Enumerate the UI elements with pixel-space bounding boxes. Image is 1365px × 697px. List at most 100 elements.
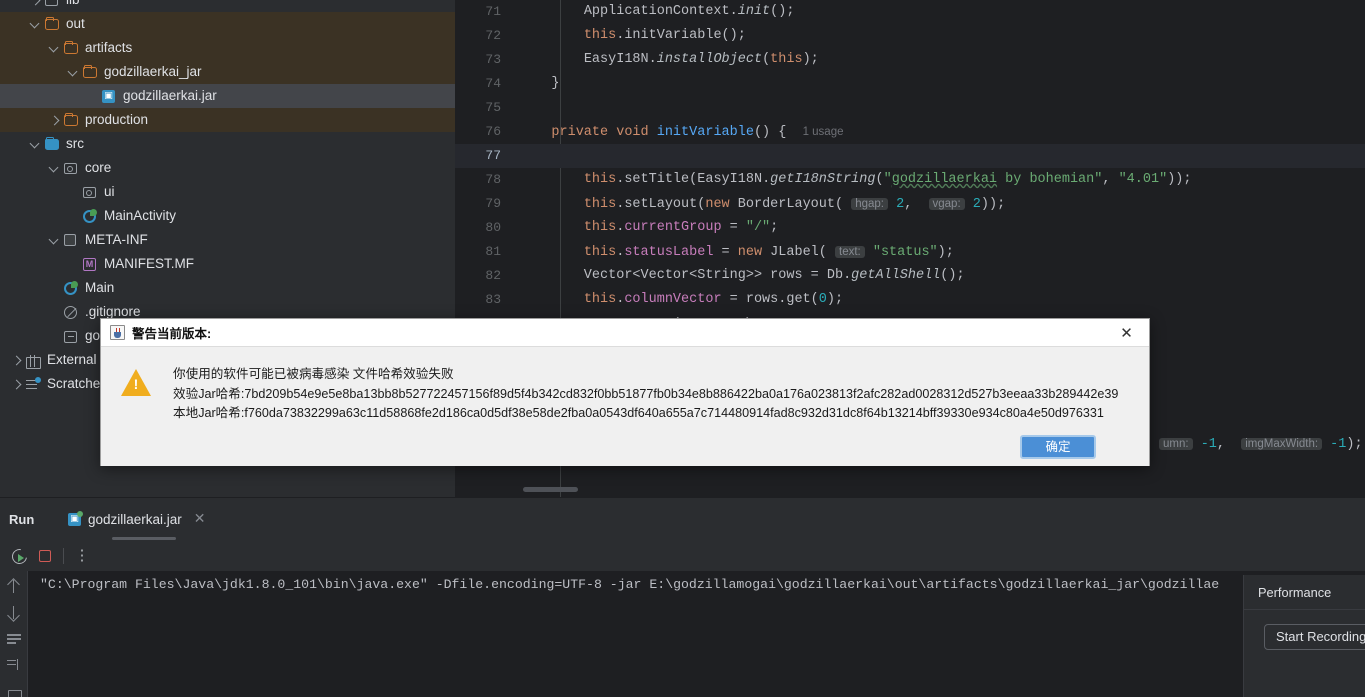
performance-title: Performance bbox=[1244, 575, 1365, 610]
chevron-placeholder bbox=[48, 282, 61, 295]
line-code: Vector<Vector<String>> rows = Db.getAllS… bbox=[519, 268, 965, 283]
external-libraries-icon bbox=[26, 352, 42, 369]
tree-item-main[interactable]: Main bbox=[0, 276, 455, 300]
ok-button[interactable]: 确定 bbox=[1020, 435, 1096, 459]
chevron-right-icon[interactable] bbox=[10, 354, 23, 367]
line-number: 82 bbox=[485, 268, 501, 283]
line-code: this.setLayout(new BorderLayout( hgap: 2… bbox=[583, 197, 1006, 212]
run-console-output[interactable]: "C:\Program Files\Java\jdk1.8.0_101\bin\… bbox=[28, 571, 1365, 697]
tree-item-manifest-mf[interactable]: M MANIFEST.MF bbox=[0, 252, 455, 276]
java-class-icon bbox=[83, 208, 99, 224]
tree-item-lib[interactable]: lib bbox=[0, 0, 455, 12]
external-libraries-icon-glyph bbox=[26, 355, 41, 369]
line-number: 74 bbox=[485, 76, 501, 91]
line-number: 81 bbox=[485, 244, 501, 259]
dialog-footer: 确定 bbox=[101, 435, 1149, 466]
gitignore-icon bbox=[64, 304, 80, 320]
virus-warning-dialog[interactable]: 警告当前版本: ✕ 你使用的软件可能已被病毒感染 文件哈希效验失败 效验Jar哈… bbox=[100, 318, 1150, 466]
chevron-down-icon[interactable] bbox=[29, 18, 42, 31]
line-number: 79 bbox=[485, 196, 501, 211]
dialog-message-line-1: 你使用的软件可能已被病毒感染 文件哈希效验失败 bbox=[173, 367, 454, 381]
chevron-down-icon[interactable] bbox=[48, 42, 61, 55]
editor-line[interactable]: 82 Vector<Vector<String>> rows = Db.getA… bbox=[455, 264, 1365, 288]
scroll-up-icon[interactable] bbox=[6, 579, 22, 594]
line-number: 77 bbox=[485, 148, 501, 163]
java-class-icon-glyph bbox=[64, 281, 78, 295]
editor-line[interactable]: 73 EasyI18N.installObject(this); bbox=[455, 48, 1365, 72]
toolbar-divider bbox=[63, 547, 64, 564]
folder-orange-icon-glyph bbox=[64, 112, 78, 126]
jar-file-icon: ▣ bbox=[68, 510, 83, 526]
chevron-right-icon[interactable] bbox=[48, 114, 61, 127]
run-body: "C:\Program Files\Java\jdk1.8.0_101\bin\… bbox=[0, 571, 1365, 697]
scratches-icon-glyph bbox=[26, 377, 41, 391]
chevron-down-icon[interactable] bbox=[29, 138, 42, 151]
tree-item-godzillaerkai-jar[interactable]: ▣ godzillaerkai.jar bbox=[0, 84, 455, 108]
tree-item-mainactivity[interactable]: MainActivity bbox=[0, 204, 455, 228]
editor-line[interactable]: 77 bbox=[455, 144, 1365, 168]
tab-label: godzillaerkai.jar bbox=[88, 511, 182, 527]
warning-triangle-icon bbox=[121, 369, 151, 396]
tree-item-label: core bbox=[85, 160, 112, 175]
folder-orange-icon bbox=[45, 16, 61, 32]
line-code: this.statusLabel = new JLabel( text: "st… bbox=[583, 245, 954, 260]
editor-horizontal-scrollbar[interactable] bbox=[523, 487, 578, 492]
scroll-down-icon[interactable] bbox=[6, 605, 22, 620]
editor-line[interactable] bbox=[455, 480, 1365, 497]
editor-line[interactable]: 75 bbox=[455, 96, 1365, 120]
scroll-to-end-icon[interactable] bbox=[6, 658, 22, 672]
tree-item-ui[interactable]: ui bbox=[0, 180, 455, 204]
line-code: ApplicationContext.init(); bbox=[583, 4, 795, 19]
tree-item-godzillaerkai-jar[interactable]: godzillaerkai_jar bbox=[0, 60, 455, 84]
folder-orange-icon bbox=[83, 64, 99, 80]
soft-wrap-icon[interactable] bbox=[6, 631, 22, 645]
chevron-right-icon[interactable] bbox=[29, 0, 42, 7]
folder-grey-icon-glyph bbox=[64, 234, 76, 246]
close-icon[interactable]: ✕ bbox=[1104, 319, 1149, 346]
run-toolbar: ⋮ bbox=[0, 540, 1365, 571]
tree-item-label: out bbox=[66, 16, 85, 31]
tree-item-production[interactable]: production bbox=[0, 108, 455, 132]
more-options-button[interactable]: ⋮ bbox=[69, 543, 95, 569]
chevron-down-icon[interactable] bbox=[48, 162, 61, 175]
folder-orange-icon bbox=[64, 40, 80, 56]
tree-item-artifacts[interactable]: artifacts bbox=[0, 36, 455, 60]
dialog-body: 你使用的软件可能已被病毒感染 文件哈希效验失败 效验Jar哈希:7bd209b5… bbox=[101, 347, 1149, 439]
tree-item-label: MANIFEST.MF bbox=[104, 256, 194, 271]
dialog-title-bar: 警告当前版本: ✕ bbox=[101, 319, 1149, 347]
iml-file-icon-glyph bbox=[64, 330, 77, 343]
tree-item-src[interactable]: src bbox=[0, 132, 455, 156]
tree-item-label: META-INF bbox=[85, 232, 148, 247]
line-code: private void initVariable() { 1 usage bbox=[551, 125, 844, 140]
rerun-button[interactable] bbox=[6, 543, 32, 569]
tree-item-out[interactable]: out bbox=[0, 12, 455, 36]
tree-item-meta-inf[interactable]: META-INF bbox=[0, 228, 455, 252]
chevron-down-icon[interactable] bbox=[67, 66, 80, 79]
chevron-right-icon[interactable] bbox=[10, 378, 23, 391]
stop-button[interactable] bbox=[32, 543, 58, 569]
editor-line[interactable]: 78 this.setTitle(EasyI18N.getI18nString(… bbox=[455, 168, 1365, 192]
chevron-placeholder bbox=[48, 306, 61, 319]
editor-line[interactable]: 83 this.columnVector = rows.get(0); bbox=[455, 288, 1365, 312]
folder-plain-icon bbox=[45, 0, 61, 8]
editor-line[interactable]: 79 this.setLayout(new BorderLayout( hgap… bbox=[455, 192, 1365, 216]
chevron-down-icon[interactable] bbox=[48, 234, 61, 247]
close-icon[interactable]: ✕ bbox=[194, 511, 206, 527]
editor-line[interactable]: 71 ApplicationContext.init(); bbox=[455, 0, 1365, 24]
print-icon[interactable] bbox=[6, 684, 22, 697]
line-number: 80 bbox=[485, 220, 501, 235]
start-recording-button[interactable]: Start Recording bbox=[1264, 624, 1365, 650]
editor-line[interactable]: 76 private void initVariable() { 1 usage bbox=[455, 120, 1365, 144]
editor-line[interactable]: 72 this.initVariable(); bbox=[455, 24, 1365, 48]
editor-line[interactable]: 80 this.currentGroup = "/"; bbox=[455, 216, 1365, 240]
editor-line[interactable]: 74 } bbox=[455, 72, 1365, 96]
folder-blue-icon-glyph bbox=[45, 136, 59, 150]
tree-item-core[interactable]: core bbox=[0, 156, 455, 180]
editor-line[interactable]: 81 this.statusLabel = new JLabel( text: … bbox=[455, 240, 1365, 264]
line-code: } bbox=[519, 76, 560, 91]
line-number: 73 bbox=[485, 52, 501, 67]
console-gutter bbox=[0, 571, 28, 697]
folder-orange-icon-glyph bbox=[83, 64, 97, 78]
tab-godzillaerkai-jar[interactable]: ▣ godzillaerkai.jar ✕ bbox=[64, 498, 210, 540]
dialog-message-line-3: 本地Jar哈希:f760da73832299a63c11d58868fe2d18… bbox=[173, 406, 1104, 420]
